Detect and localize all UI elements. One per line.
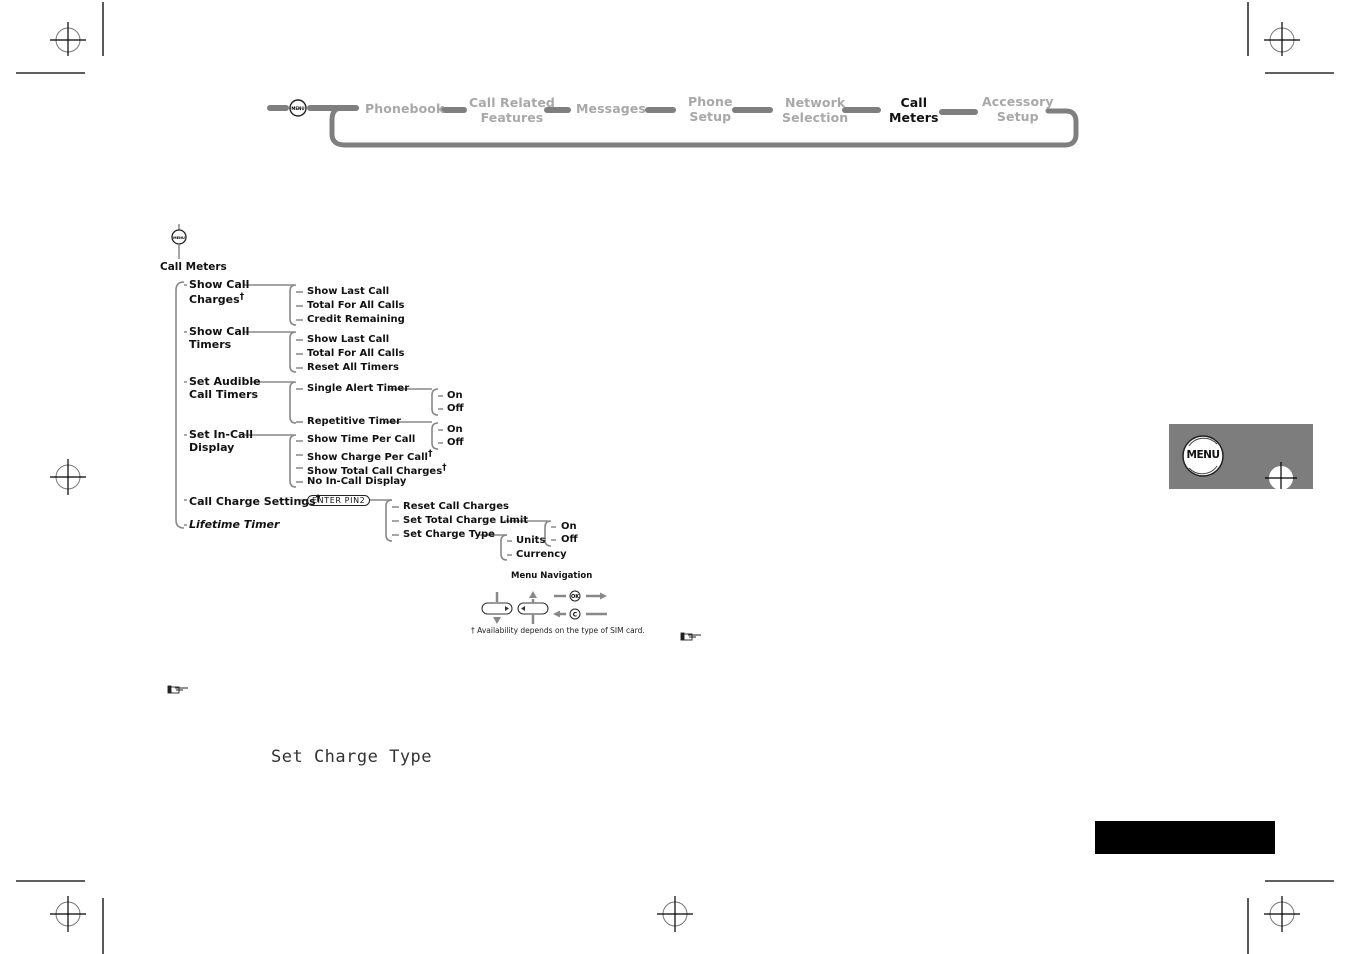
- availability-footnote: † Availability depends on the type of SI…: [471, 626, 645, 635]
- svg-text:MENU: MENU: [173, 236, 185, 240]
- svg-text:C: C: [573, 612, 578, 619]
- tree-option: Currency: [516, 549, 567, 560]
- tree-leaf: Set Total Charge Limit: [403, 515, 529, 526]
- nav-item-call-related-features[interactable]: Call Related Features: [469, 95, 555, 125]
- tree-option: On: [447, 424, 463, 435]
- tree-leaf: Single Alert Timer: [307, 383, 410, 394]
- arrow-right-icon: [600, 592, 607, 600]
- tree-option: Off: [447, 437, 464, 448]
- registration-mark-icon: [1264, 896, 1300, 932]
- menu-key-label: MENU: [1186, 449, 1220, 461]
- tree-menu-icon: MENU: [171, 224, 187, 259]
- page-tab-block: [1095, 821, 1275, 854]
- nav-item-network-selection[interactable]: Network Selection: [782, 95, 848, 125]
- registration-mark-icon: [50, 459, 86, 495]
- tree-leaf: Show Last Call: [307, 334, 390, 345]
- registration-mark-icon: [657, 896, 693, 932]
- tree-leaf: Credit Remaining: [307, 314, 405, 325]
- tree-node-show-call-timers: Show Call Timers: [189, 325, 250, 351]
- side-tab-menu: MENU: [1169, 424, 1313, 489]
- tree-leaf: Total For All Calls: [307, 348, 405, 359]
- enter-pin2-prompt: ENTER PIN2: [307, 495, 371, 506]
- tree-option: Units: [516, 535, 546, 546]
- tree-node-set-audible-call-timers: Set Audible Call Timers: [189, 375, 261, 401]
- registration-mark-icon: [50, 22, 86, 56]
- registration-mark-icon: [50, 896, 86, 932]
- menu-button-icon: MENU: [289, 99, 307, 117]
- nav-item-messages[interactable]: Messages: [576, 101, 646, 116]
- tree-leaf: No In-Call Display: [307, 476, 407, 487]
- tree-option: On: [561, 521, 577, 532]
- tree-leaf: Reset All Timers: [307, 362, 399, 373]
- nav-item-phone-setup[interactable]: Phone Setup: [688, 94, 733, 124]
- tree-root-call-meters: Call Meters: [160, 261, 227, 273]
- tree-leaf: Show Last Call: [307, 286, 390, 297]
- tree-node-call-charge-settings: Call Charge Settings†: [189, 494, 321, 508]
- menu-navigation-diagram: OK C: [481, 590, 607, 624]
- nav-item-call-meters[interactable]: Call Meters: [889, 95, 939, 125]
- svg-text:OK: OK: [571, 594, 580, 600]
- arrow-left-icon: [553, 610, 560, 618]
- pointing-hand-icon: [680, 632, 701, 641]
- registration-mark-icon: [1264, 22, 1300, 56]
- tree-node-lifetime-timer: Lifetime Timer: [189, 518, 280, 531]
- tree-leaf: Repetitive Timer: [307, 416, 402, 427]
- tree-node-set-in-call-display: Set In-Call Display: [189, 428, 253, 454]
- svg-text:MENU: MENU: [291, 106, 304, 111]
- tree-option: Off: [561, 534, 578, 545]
- tree-leaf: Total For All Calls: [307, 300, 405, 311]
- menu-navigation-title: Menu Navigation: [511, 571, 593, 581]
- tree-leaf: Set Charge Type: [403, 529, 495, 540]
- lcd-display-text: Set Charge Type: [271, 747, 433, 767]
- pointing-hand-icon: [167, 685, 188, 694]
- arrow-down-icon: [493, 617, 501, 624]
- tree-option: Off: [447, 403, 464, 414]
- arrow-up-icon: [529, 591, 537, 598]
- tree-leaf: Show Time Per Call: [307, 434, 416, 445]
- tree-node-show-call-charges: Show Call Charges†: [189, 278, 250, 306]
- nav-item-accessory-setup[interactable]: Accessory Setup: [982, 94, 1054, 124]
- page-graphics: MENU MENU OK C: [16, 2, 1334, 954]
- tree-leaf: Reset Call Charges: [403, 501, 509, 512]
- tree-option: On: [447, 390, 463, 401]
- nav-item-phonebook[interactable]: Phonebook: [365, 101, 444, 116]
